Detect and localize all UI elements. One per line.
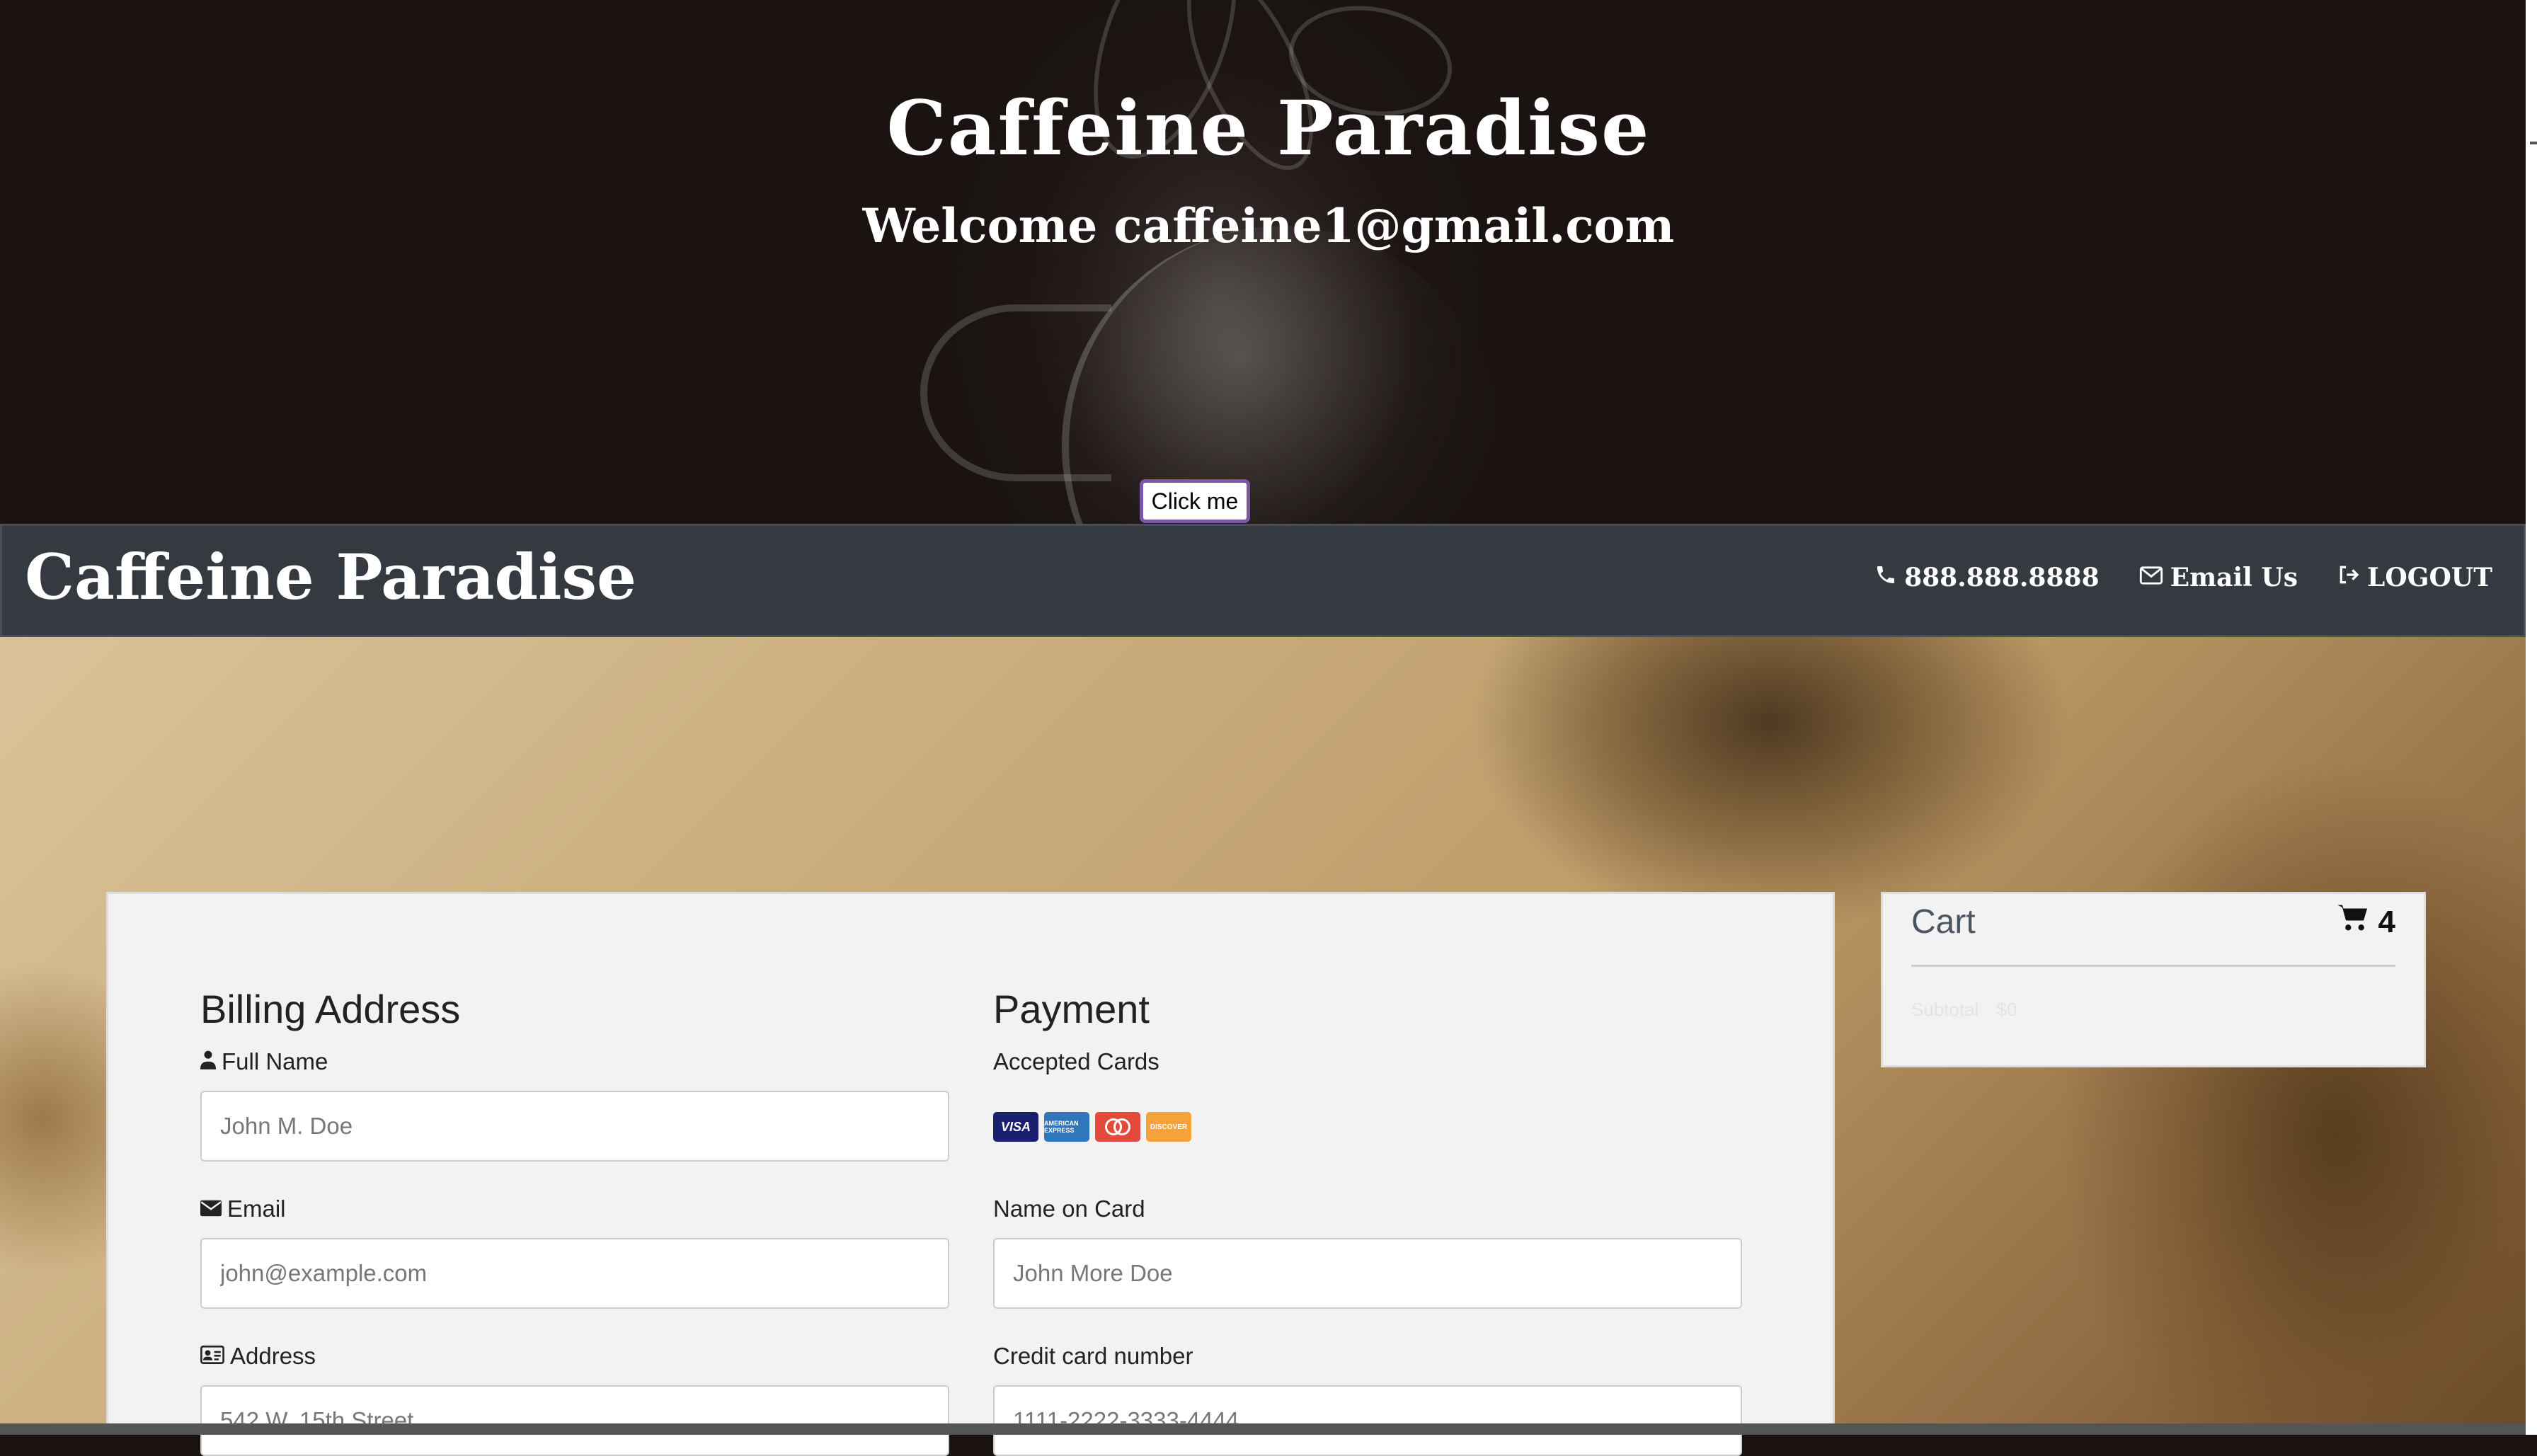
logout-label: LOGOUT bbox=[2367, 563, 2492, 592]
email-label: Email bbox=[200, 1196, 286, 1222]
billing-title: Billing Address bbox=[200, 987, 461, 1031]
vertical-scrollbar[interactable] bbox=[2526, 0, 2537, 1435]
amex-card-icon: AMERICAN EXPRESS bbox=[1044, 1112, 1089, 1142]
phone-label: 888.888.8888 bbox=[1904, 563, 2100, 592]
address-card-icon bbox=[200, 1343, 224, 1370]
email-us-link[interactable]: Email Us bbox=[2139, 563, 2298, 592]
card-number-input[interactable] bbox=[993, 1385, 1742, 1456]
cart-card: Cart 4 Subtotal $0 bbox=[1881, 892, 2426, 1067]
hero-title: Caffeine Paradise bbox=[886, 84, 1651, 172]
envelope-icon bbox=[200, 1196, 222, 1222]
hero-banner: Caffeine Paradise Welcome caffeine1@gmai… bbox=[0, 0, 2537, 524]
sign-out-icon bbox=[2337, 563, 2360, 592]
accepted-cards-label: Accepted Cards bbox=[993, 1048, 1159, 1074]
navbar: Caffeine Paradise 888.888.8888 Email Us … bbox=[0, 524, 2526, 637]
envelope-icon bbox=[2139, 563, 2163, 592]
mastercard-icon bbox=[1095, 1112, 1140, 1142]
brand-logo[interactable]: Caffeine Paradise bbox=[25, 540, 636, 614]
address-label: Address bbox=[200, 1343, 316, 1370]
visa-card-icon: VISA bbox=[993, 1112, 1038, 1142]
accepted-cards: VISA AMERICAN EXPRESS DISCOVER bbox=[993, 1112, 1191, 1142]
email-us-label: Email Us bbox=[2170, 563, 2298, 592]
payment-title: Payment bbox=[993, 987, 1150, 1031]
nav-links: 888.888.8888 Email Us LOGOUT bbox=[1874, 563, 2492, 592]
full-name-input[interactable] bbox=[200, 1091, 949, 1162]
email-input[interactable] bbox=[200, 1238, 949, 1309]
horizontal-scrollbar[interactable] bbox=[0, 1423, 2526, 1435]
welcome-message: Welcome caffeine1@gmail.com bbox=[862, 198, 1675, 253]
cart-subtotal: Subtotal $0 bbox=[1911, 999, 2017, 1020]
cart-count[interactable]: 4 bbox=[2337, 904, 2395, 940]
coffee-cup-image bbox=[1062, 227, 1501, 524]
phone-icon bbox=[1874, 563, 1897, 592]
cart-divider bbox=[1911, 965, 2395, 967]
cart-title: Cart bbox=[1911, 903, 1976, 941]
card-number-label: Credit card number bbox=[993, 1343, 1193, 1369]
name-on-card-input[interactable] bbox=[993, 1238, 1742, 1309]
phone-link[interactable]: 888.888.8888 bbox=[1874, 563, 2100, 592]
full-name-label: Full Name bbox=[200, 1048, 328, 1075]
click-me-button[interactable]: Click me bbox=[1140, 479, 1250, 523]
shopping-cart-icon bbox=[2337, 904, 2369, 940]
discover-card-icon: DISCOVER bbox=[1146, 1112, 1191, 1142]
coffee-cup-handle bbox=[920, 304, 1111, 481]
name-on-card-label: Name on Card bbox=[993, 1196, 1145, 1222]
address-input[interactable] bbox=[200, 1385, 949, 1456]
logout-link[interactable]: LOGOUT bbox=[2337, 563, 2492, 592]
cart-count-value: 4 bbox=[2378, 904, 2395, 939]
checkout-form-card: Billing Address Full Name Email Address … bbox=[106, 892, 1835, 1456]
user-icon bbox=[200, 1048, 216, 1075]
